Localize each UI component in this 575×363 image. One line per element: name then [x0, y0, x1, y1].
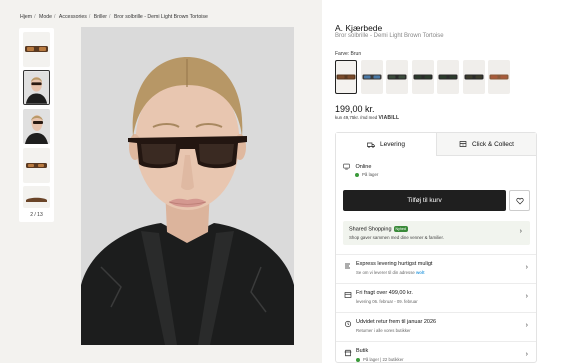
product-price: 199,00 kr. [335, 104, 375, 114]
express-delivery-subtitle-text: Se om vi leverer til din adresse [356, 270, 415, 275]
sunglasses-icon [362, 74, 381, 80]
thumbnail-strip: 2 / 13 [19, 28, 54, 222]
thumbnail-model-front[interactable] [23, 70, 50, 105]
extended-return-title: Udvidet retur frem til januar 2026 [356, 319, 437, 325]
online-availability: Online [343, 163, 371, 170]
brand-name[interactable]: A. Kjærbede [335, 23, 382, 33]
breadcrumb-current: Bror solbrille - Demi Light Brown Tortoi… [113, 14, 208, 20]
free-shipping-row[interactable]: Fri fragt over 499,00 kr. levering 06. f… [336, 283, 536, 311]
online-label: Online [355, 163, 372, 170]
installment-info: kun 49,75kr. /md med VIABILL [335, 115, 399, 121]
shared-shopping-title: Shared Shopping Nyhed [349, 226, 408, 232]
color-label: Farve: Brun [335, 51, 362, 57]
sunglasses-icon [489, 74, 509, 80]
tab-delivery-label: Levering [380, 141, 405, 148]
extended-return-subtitle: Returner i alle vores butikker [356, 328, 411, 333]
chevron-right-icon: › [525, 293, 528, 300]
thumbnail-sunglasses-front[interactable] [23, 32, 50, 67]
purchase-card: Levering Click & Collect Online På lager… [335, 132, 537, 363]
wishlist-button[interactable] [509, 190, 530, 211]
chevron-right-icon: › [525, 264, 528, 271]
stock-dot-icon [356, 357, 360, 362]
new-badge: Nyhed [393, 226, 408, 232]
color-swatch-1[interactable] [335, 60, 357, 94]
thumbnail-sunglasses-angle[interactable] [23, 148, 50, 183]
breadcrumb-mode[interactable]: Mode [39, 14, 52, 20]
color-swatch-3[interactable] [386, 60, 408, 94]
extended-return-row[interactable]: Udvidet retur frem til januar 2026 Retur… [336, 312, 536, 340]
express-delivery-title: Express levering hurtigst muligt [356, 261, 433, 267]
shared-shopping-subtitle: Shop gaver sammen med dine venner & fami… [349, 235, 444, 240]
sunglasses-icon [464, 74, 483, 80]
online-stock: På lager [355, 172, 378, 177]
package-icon [344, 291, 352, 299]
express-delivery-subtitle: Se om vi leverer til din adresse wolt [356, 270, 425, 275]
shop-icon [344, 349, 352, 357]
stock-dot-icon [355, 172, 359, 177]
sunglasses-icon [413, 74, 432, 80]
store-subtitle: På lager | 22 butikker [356, 357, 404, 362]
sunglasses-icon [438, 74, 458, 80]
gallery-area: Hjem / Mode / Accessories / Briller / Bror s… [0, 0, 322, 363]
color-swatch-6[interactable] [462, 60, 485, 94]
shared-shopping-banner[interactable]: Shared Shopping Nyhed Shop gaver sammen m… [343, 221, 530, 245]
breadcrumb: Hjem / Mode / Accessories / Briller / Bror s… [20, 14, 208, 20]
color-swatch-7[interactable] [488, 60, 510, 94]
tab-click-collect-label: Click & Collect [472, 140, 514, 148]
installment-text: kun 49,75kr. /md med [335, 115, 378, 120]
product-name: Bror solbrille - Demi Light Brown Tortoi… [335, 33, 444, 39]
store-availability-row[interactable]: Butik På lager | 22 butikker › [336, 341, 536, 363]
return-icon [344, 320, 352, 328]
sunglasses-icon [336, 74, 356, 80]
image-counter: 2 / 13 [30, 212, 43, 218]
free-shipping-subtitle: levering 06. februar - 09. februar [356, 299, 418, 304]
breadcrumb-accessories[interactable]: Accessories [59, 14, 87, 20]
wolt-logo: wolt [415, 270, 425, 275]
add-to-cart-button[interactable]: Tilføj til kurv [343, 190, 506, 211]
monitor-icon [343, 163, 350, 170]
shared-shopping-title-text: Shared Shopping [349, 226, 392, 233]
chevron-right-icon: › [525, 351, 528, 358]
free-shipping-title: Fri fragt over 499,00 kr. [356, 290, 413, 296]
color-swatch-2[interactable] [360, 60, 383, 94]
thumbnail-sunglasses-top[interactable] [23, 186, 50, 208]
chevron-right-icon: › [525, 322, 528, 329]
tab-delivery[interactable]: Levering [336, 133, 436, 156]
tab-click-collect[interactable]: Click & Collect [436, 133, 536, 156]
store-title: Butik [356, 348, 369, 354]
lightning-icon [344, 262, 352, 270]
heart-icon [515, 197, 524, 204]
color-swatch-5[interactable] [437, 60, 459, 94]
store-icon [459, 141, 467, 147]
express-delivery-row[interactable]: Express levering hurtigst muligt Se om v… [336, 254, 536, 282]
thumbnail-model-side[interactable] [23, 109, 50, 144]
chevron-right-icon: › [519, 228, 522, 235]
product-info-panel: A. Kjærbede Bror solbrille - Demi Light … [322, 0, 575, 363]
breadcrumb-home[interactable]: Hjem [20, 14, 32, 20]
online-stock-text: På lager [362, 172, 379, 177]
color-swatch-4[interactable] [411, 60, 434, 94]
delivery-tabs: Levering Click & Collect [336, 133, 536, 156]
breadcrumb-briller[interactable]: Briller [94, 14, 107, 20]
main-product-image[interactable] [81, 27, 294, 345]
truck-icon [367, 142, 375, 148]
store-subtitle-text: På lager | 22 butikker [363, 357, 404, 362]
viabill-logo[interactable]: VIABILL [378, 115, 399, 121]
sunglasses-icon [387, 74, 407, 80]
